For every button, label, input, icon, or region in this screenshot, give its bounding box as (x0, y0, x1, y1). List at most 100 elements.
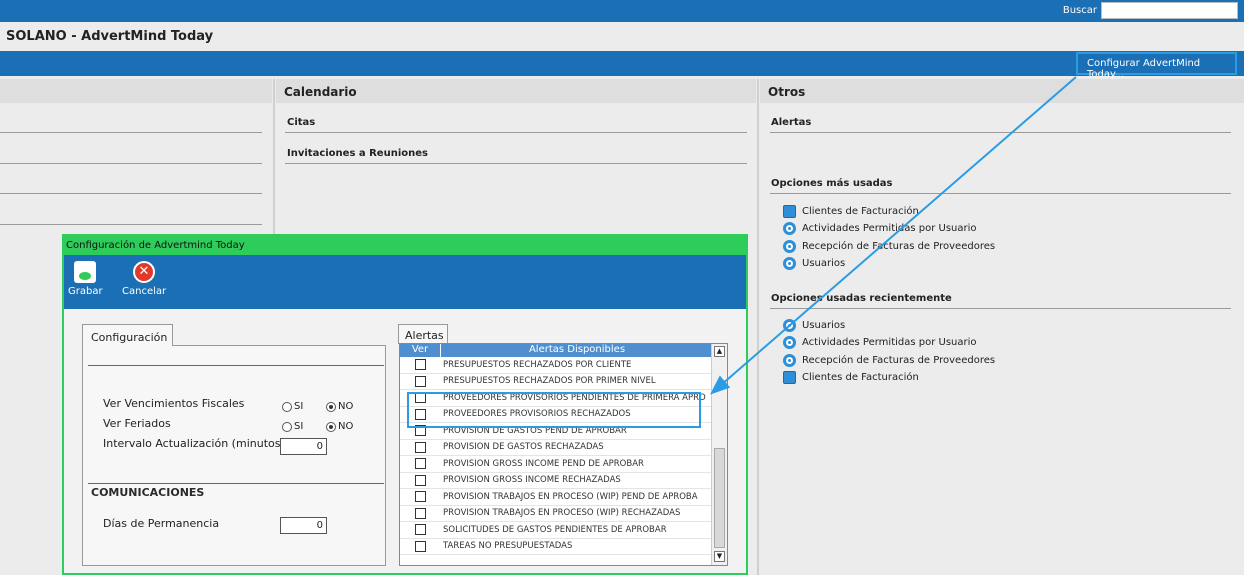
col-alertas: Alertas Disponibles (528, 344, 626, 355)
alert-row[interactable]: SOLICITUDES DE GASTOS PENDIENTES DE APRO… (400, 522, 727, 539)
top-bar: Buscar (0, 0, 1244, 22)
nav-bar (0, 51, 1244, 76)
gear-icon (783, 240, 796, 253)
close-icon: ✕ (133, 261, 155, 283)
gear-icon (783, 319, 796, 332)
checkbox[interactable] (415, 359, 426, 371)
title-bar: SOLANO - AdvertMind Today (0, 22, 1244, 51)
divider (88, 365, 384, 366)
checkbox[interactable] (415, 375, 426, 387)
alert-row[interactable]: PROVISIÓN TRABAJOS EN PROCESO (WIP) RECH… (400, 506, 727, 522)
alert-label: PROVISIÓN GROSS INCOME PEND DE APROBAR (443, 458, 644, 469)
column-separator (757, 79, 759, 575)
gear-icon (783, 257, 796, 270)
feriados-no-radio[interactable]: NO (326, 421, 353, 432)
divider (88, 483, 384, 484)
intervalo-input[interactable]: 0 (280, 438, 327, 455)
divider (0, 193, 262, 194)
mas-usadas-title: Opciones más usadas (771, 178, 893, 189)
otros-header: Otros (760, 79, 1244, 103)
dias-label: Días de Permanencia (103, 517, 220, 530)
option-usuarios[interactable]: Usuarios (783, 257, 845, 270)
alert-row[interactable]: PROVISIÓN TRABAJOS EN PROCESO (WIP) PEND… (400, 489, 727, 506)
checkbox[interactable] (415, 491, 426, 503)
calendar-header: Calendario (276, 79, 756, 103)
dialog-toolbar: Grabar ✕ Cancelar (64, 255, 746, 309)
alerts-rows: PRESUPUESTOS RECHAZADOS POR CLIENTE PRESU… (400, 357, 727, 555)
col-ver: Ver (400, 344, 441, 357)
alert-label: PRESUPUESTOS RECHAZADOS POR CLIENTE (443, 359, 632, 370)
feriados-label: Ver Feriados (103, 417, 171, 430)
dialog-title: Configuración de Advertmind Today (64, 236, 746, 255)
checkbox[interactable] (415, 507, 426, 519)
checkbox[interactable] (415, 524, 426, 536)
divider (770, 193, 1231, 194)
checkbox[interactable] (415, 474, 426, 486)
scroll-down-icon[interactable]: ▼ (714, 551, 725, 562)
recientes-title: Opciones usadas recientemente (771, 293, 952, 304)
alerts-table: Ver Alertas Disponibles PRESUPUESTOS REC… (399, 343, 728, 566)
venc-label: Ver Vencimientos Fiscales (103, 397, 245, 410)
list-icon (783, 205, 796, 218)
divider (285, 132, 747, 133)
recent-actividades[interactable]: Actividades Permitidas por Usuario (783, 336, 977, 349)
venc-no-radio[interactable]: NO (326, 401, 353, 412)
search-input[interactable] (1101, 2, 1238, 19)
save-button[interactable]: Grabar (68, 261, 103, 297)
checkbox[interactable] (415, 458, 426, 470)
checkbox[interactable] (415, 441, 426, 453)
highlight-box (407, 392, 701, 428)
citas-title[interactable]: Citas (287, 117, 315, 128)
option-recepcion[interactable]: Recepción de Facturas de Proveedores (783, 240, 995, 253)
checkbox[interactable] (415, 540, 426, 552)
list-icon (783, 371, 796, 384)
divider (285, 163, 747, 164)
alert-label: PROVISIÓN TRABAJOS EN PROCESO (WIP) PEND… (443, 491, 698, 502)
gear-icon (783, 222, 796, 235)
divider (770, 308, 1231, 309)
cancel-button[interactable]: ✕ Cancelar (122, 261, 166, 297)
alert-label: PROVISIÓN GROSS INCOME RECHAZADAS (443, 475, 621, 486)
recent-clientes-facturacion[interactable]: Clientes de Facturación (783, 371, 919, 384)
gear-icon (783, 336, 796, 349)
alert-label: PROVISIÓN DE GASTOS RECHAZADAS (443, 442, 604, 453)
config-panel (82, 345, 386, 566)
alert-row[interactable]: TAREAS NO PRESUPUESTADAS (400, 539, 727, 555)
tab-alertas[interactable]: Alertas (398, 324, 448, 344)
save-icon (74, 261, 96, 283)
invitaciones-title[interactable]: Invitaciones a Reuniones (287, 148, 428, 159)
alerts-table-header: Ver Alertas Disponibles (400, 344, 727, 357)
alert-label: PROVISIÓN TRABAJOS EN PROCESO (WIP) RECH… (443, 508, 681, 519)
alert-row[interactable]: PRESUPUESTOS RECHAZADOS POR PRIMER NIVEL (400, 374, 727, 390)
recent-usuarios[interactable]: Usuarios (783, 319, 845, 332)
venc-si-radio[interactable]: SI (282, 401, 303, 412)
app-title: SOLANO - AdvertMind Today (6, 29, 214, 44)
alert-label: PRESUPUESTOS RECHAZADOS POR PRIMER NIVEL (443, 376, 656, 387)
divider (770, 132, 1231, 133)
dias-input[interactable]: 0 (280, 517, 327, 534)
alert-row[interactable]: PRESUPUESTOS RECHAZADOS POR CLIENTE (400, 357, 727, 374)
option-clientes-facturacion[interactable]: Clientes de Facturación (783, 205, 919, 218)
left-panel-header (0, 79, 272, 103)
divider (0, 224, 262, 225)
comunicaciones-title: COMUNICACIONES (91, 486, 205, 499)
alertas-title: Alertas (771, 117, 812, 128)
alert-label: TAREAS NO PRESUPUESTADAS (443, 541, 573, 552)
alerts-scrollbar[interactable]: ▲ ▼ (711, 344, 727, 565)
gear-icon (783, 354, 796, 367)
configure-link[interactable]: Configurar AdvertMind Today... (1076, 52, 1237, 80)
divider (0, 132, 262, 133)
option-actividades[interactable]: Actividades Permitidas por Usuario (783, 222, 977, 235)
divider (0, 163, 262, 164)
alert-row[interactable]: PROVISIÓN GROSS INCOME RECHAZADAS (400, 473, 727, 489)
search-label: Buscar (1062, 5, 1097, 16)
scroll-up-icon[interactable]: ▲ (714, 346, 725, 357)
intervalo-label: Intervalo Actualización (minutos) (103, 437, 285, 450)
scroll-thumb[interactable] (714, 448, 725, 548)
recent-recepcion[interactable]: Recepción de Facturas de Proveedores (783, 354, 995, 367)
alert-row[interactable]: PROVISIÓN GROSS INCOME PEND DE APROBAR (400, 456, 727, 473)
alert-row[interactable]: PROVISIÓN DE GASTOS RECHAZADAS (400, 440, 727, 456)
alert-label: SOLICITUDES DE GASTOS PENDIENTES DE APRO… (443, 524, 667, 535)
feriados-si-radio[interactable]: SI (282, 421, 303, 432)
tab-configuracion[interactable]: Configuración (82, 324, 173, 346)
